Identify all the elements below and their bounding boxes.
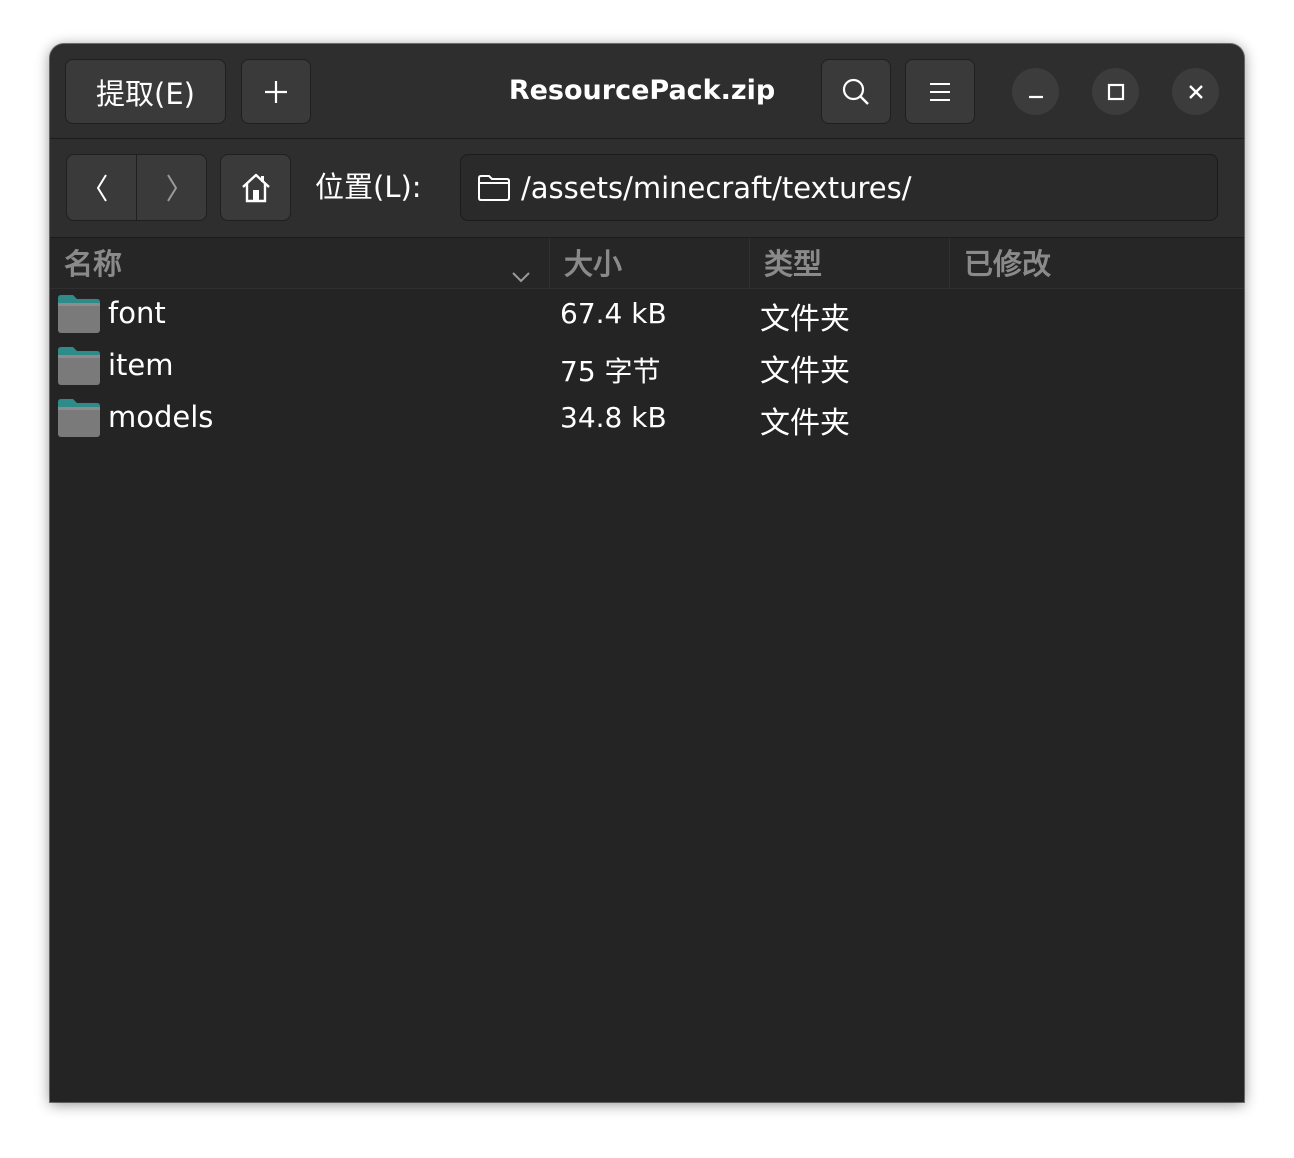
chevron-right-icon — [164, 172, 180, 204]
location-path-field[interactable]: /assets/minecraft/textures/ — [460, 154, 1218, 221]
plus-icon — [263, 79, 289, 105]
file-row-item[interactable]: item 75 字节 文件夹 — [50, 341, 1244, 393]
home-icon — [240, 172, 272, 204]
extract-button[interactable]: 提取(E) — [65, 59, 226, 124]
file-row-models[interactable]: models 34.8 kB 文件夹 — [50, 393, 1244, 445]
column-header-modified[interactable]: 已修改 — [950, 238, 1244, 288]
column-headers: 名称 大小 类型 已修改 — [50, 238, 1244, 289]
location-bar: 位置(L): /assets/minecraft/textures/ — [50, 139, 1244, 238]
file-size: 67.4 kB — [560, 297, 667, 330]
file-type: 文件夹 — [760, 354, 850, 389]
close-icon — [1187, 83, 1205, 101]
file-row-font[interactable]: font 67.4 kB 文件夹 — [50, 289, 1244, 341]
folder-icon — [56, 294, 102, 338]
search-button[interactable] — [821, 59, 891, 124]
location-label: 位置(L): — [315, 170, 422, 204]
chevron-left-icon — [94, 172, 110, 204]
maximize-button[interactable] — [1092, 68, 1139, 115]
maximize-icon — [1107, 83, 1125, 101]
search-icon — [841, 77, 871, 107]
minimize-button[interactable] — [1012, 68, 1059, 115]
folder-icon — [56, 398, 102, 442]
column-header-type[interactable]: 类型 — [750, 238, 950, 288]
forward-button[interactable] — [137, 155, 206, 220]
home-button[interactable] — [220, 154, 291, 221]
back-button[interactable] — [67, 155, 137, 220]
main-menu-button[interactable] — [905, 59, 975, 124]
column-header-type-label: 类型 — [764, 247, 823, 281]
folder-outline-icon — [477, 174, 511, 202]
file-size: 75 字节 — [560, 355, 661, 388]
column-header-modified-label: 已修改 — [964, 247, 1052, 281]
column-header-size-label: 大小 — [564, 247, 623, 281]
close-button[interactable] — [1172, 68, 1219, 115]
file-name: models — [108, 400, 214, 434]
file-name: item — [108, 348, 174, 382]
window-title: ResourcePack.zip — [508, 75, 776, 106]
add-files-button[interactable] — [241, 59, 311, 124]
file-type: 文件夹 — [760, 302, 850, 337]
file-type: 文件夹 — [760, 406, 850, 441]
folder-icon — [56, 346, 102, 390]
minimize-icon — [1027, 83, 1045, 101]
file-size: 34.8 kB — [560, 401, 667, 434]
file-list: font 67.4 kB 文件夹 item 75 字节 文件夹 models 3… — [50, 289, 1244, 445]
extract-button-label: 提取(E) — [96, 76, 195, 111]
column-header-size[interactable]: 大小 — [550, 238, 750, 288]
column-header-name-label: 名称 — [64, 247, 123, 281]
file-name: font — [108, 296, 166, 330]
column-header-name[interactable]: 名称 — [50, 238, 550, 288]
headerbar: 提取(E) ResourcePack.zip — [50, 44, 1244, 139]
location-path-text: /assets/minecraft/textures/ — [521, 170, 912, 205]
hamburger-menu-icon — [928, 81, 952, 103]
navigation-buttons — [66, 154, 207, 221]
archive-manager-window: 提取(E) ResourcePack.zip 位置(L): /assets/mi… — [50, 44, 1244, 1102]
